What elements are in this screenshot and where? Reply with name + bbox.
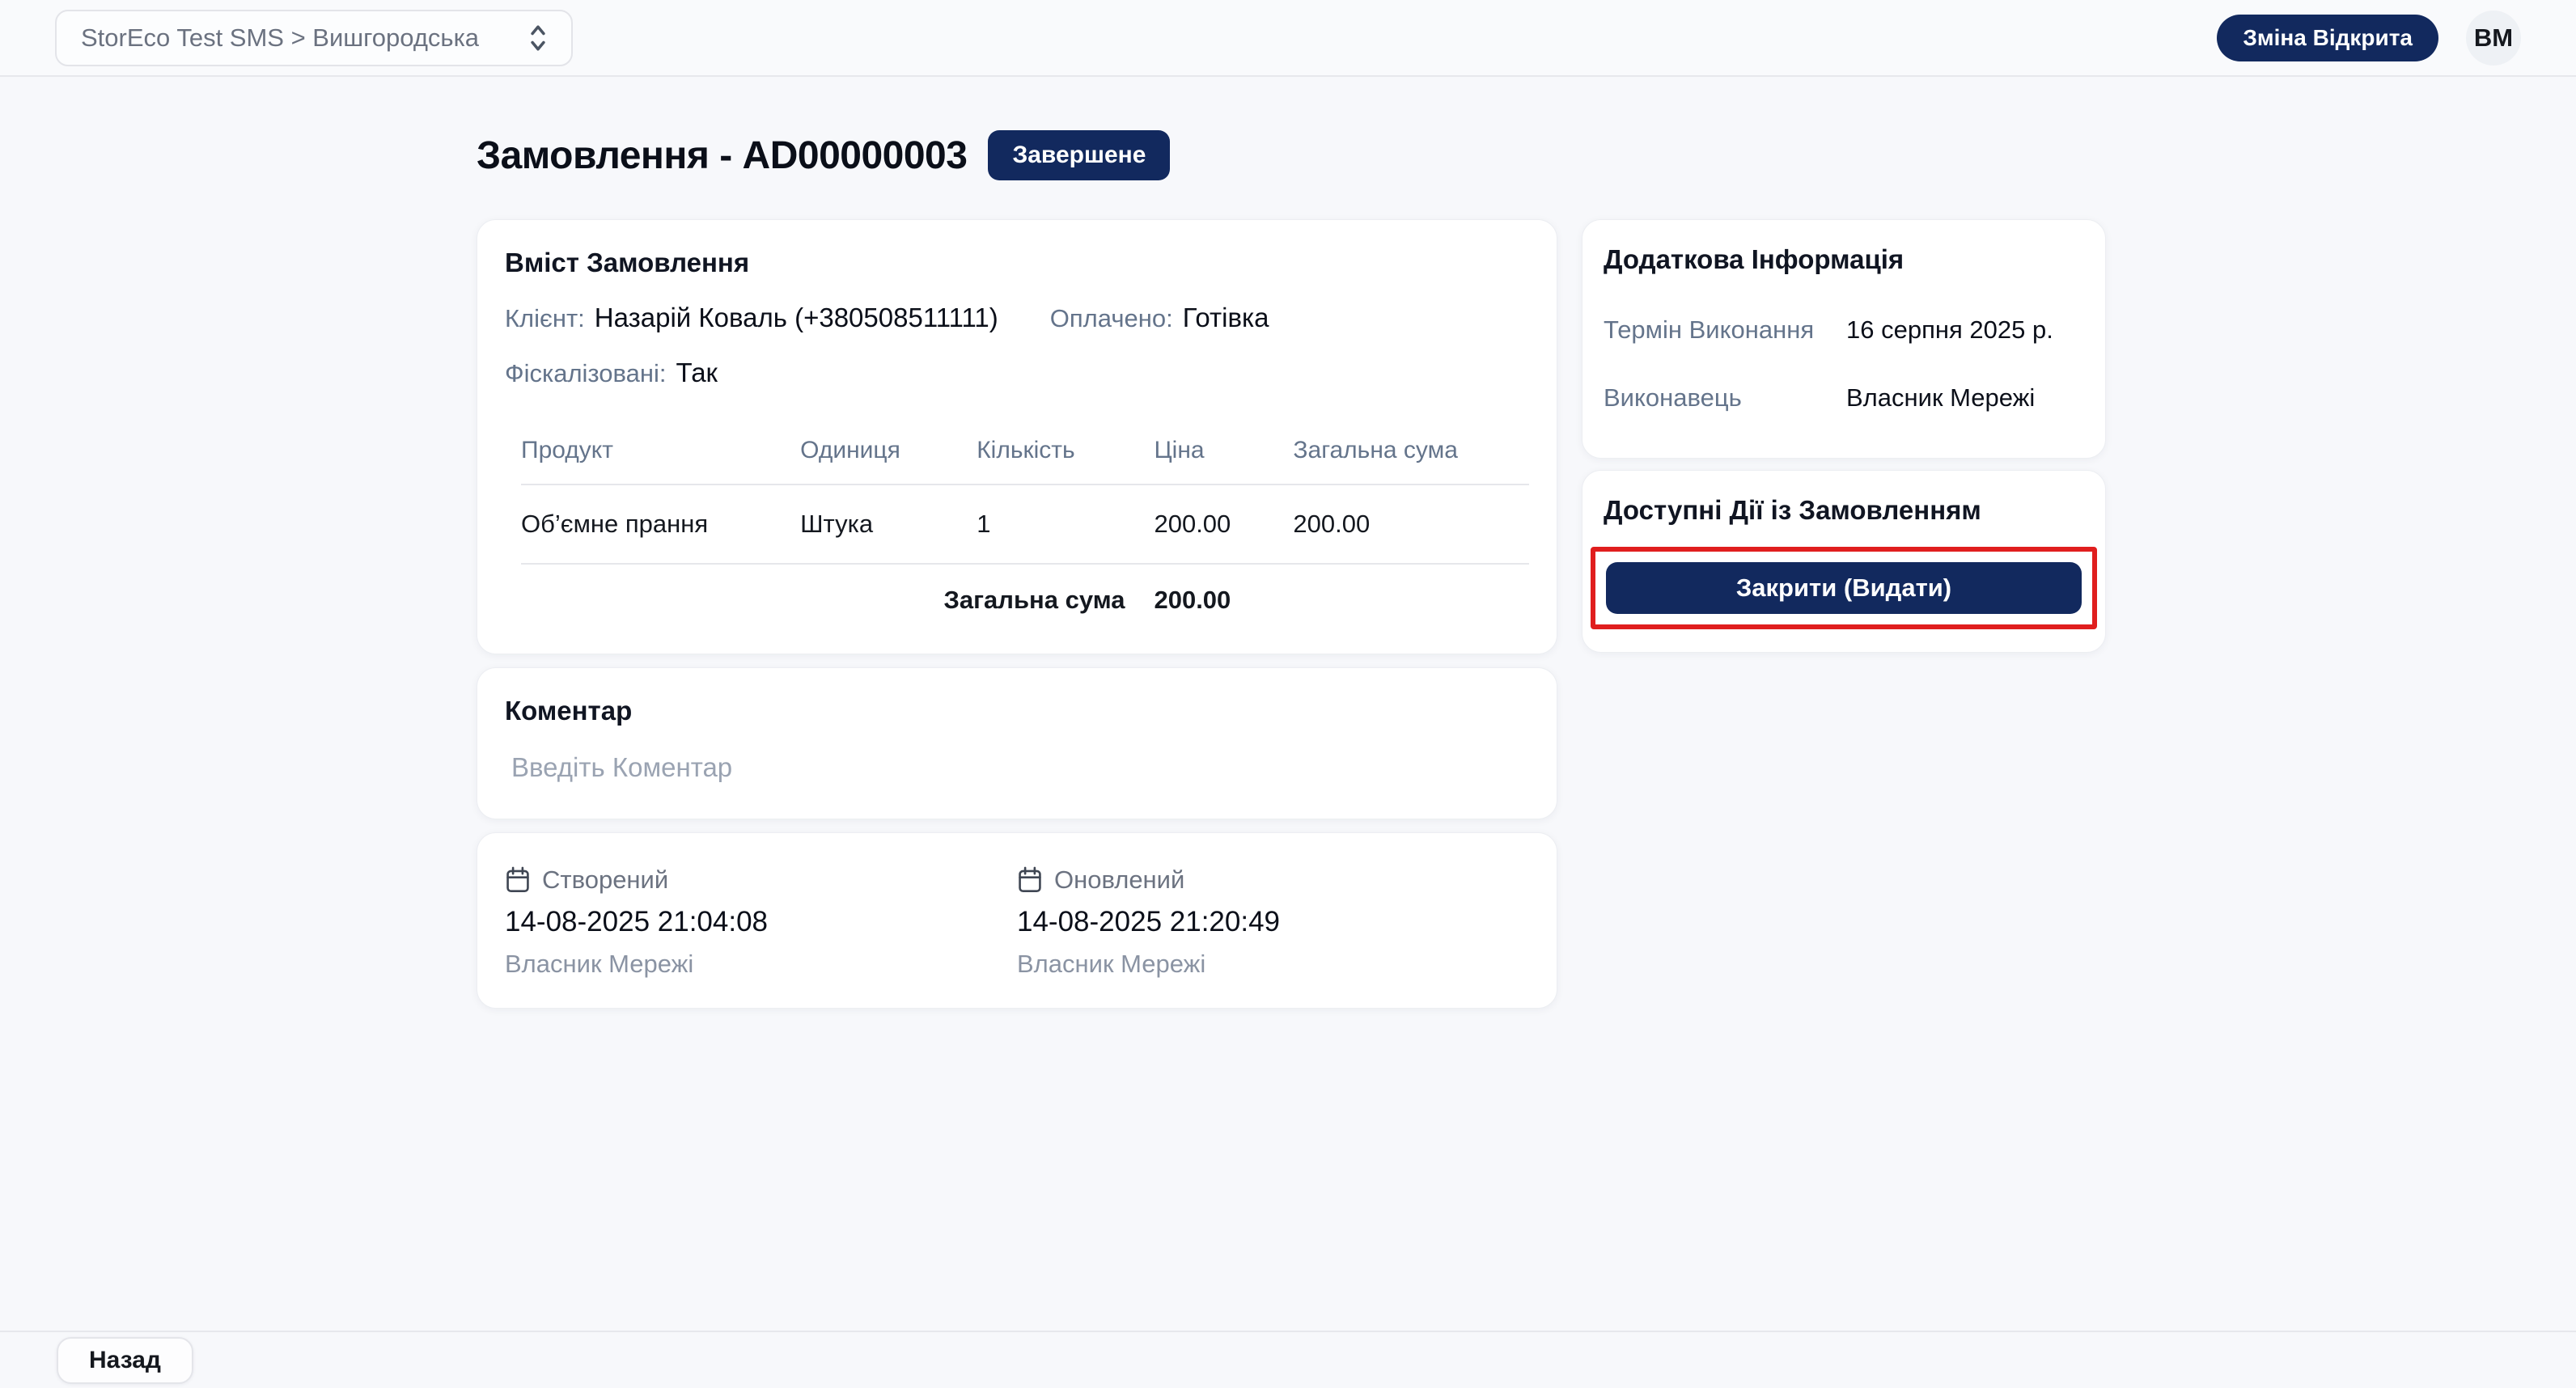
calendar-icon <box>1017 866 1043 894</box>
topbar: StorEco Test SMS > Вишгородська Зміна Ві… <box>0 0 2576 77</box>
due-date-row: Термін Виконання 16 серпня 2025 р. <box>1604 315 2084 345</box>
column-header-unit: Одиниця <box>800 421 977 485</box>
created-datetime: 14-08-2025 21:04:08 <box>505 906 768 937</box>
left-column: Вміст Замовлення Клієнт: Назарій Коваль … <box>477 219 1557 1009</box>
column-header-product: Продукт <box>521 421 801 485</box>
calendar-icon <box>505 866 531 894</box>
fiscalized-value: Так <box>676 358 718 387</box>
main-content: Замовлення - AD00000003 Завершене Вміст … <box>0 77 2168 1009</box>
comment-card: Коментар <box>477 667 1557 819</box>
page-title: Замовлення - AD00000003 <box>477 133 968 177</box>
additional-info-heading: Додаткова Інформація <box>1604 244 1904 274</box>
updated-datetime: 14-08-2025 21:20:49 <box>1017 906 1280 937</box>
right-column: Додаткова Інформація Термін Виконання 16… <box>1582 219 2106 653</box>
chevron-up-down-icon <box>524 20 552 56</box>
cell-price: 200.00 <box>1154 485 1294 565</box>
comment-input[interactable] <box>505 752 1529 791</box>
avatar[interactable]: ВМ <box>2466 10 2521 66</box>
executor-value: Власник Мережі <box>1846 383 2036 412</box>
cell-total: 200.00 <box>1293 485 1529 565</box>
fiscalized-line: Фіскалізовані: Так <box>505 358 1529 388</box>
comment-heading: Коментар <box>505 696 633 726</box>
created-block: Створений 14-08-2025 21:04:08 Власник Ме… <box>505 865 1017 979</box>
updated-by: Власник Мережі <box>1017 950 1206 978</box>
table-row: Об’ємне прання Штука 1 200.00 200.00 <box>521 485 1529 565</box>
client-label: Клієнт: <box>505 304 585 332</box>
total-value: 200.00 <box>1154 586 1231 614</box>
executor-label: Виконавець <box>1604 383 1742 412</box>
paid-label: Оплачено: <box>1049 304 1173 332</box>
store-selector-value: StorEco Test SMS > Вишгородська <box>81 23 480 52</box>
cell-unit: Штука <box>800 485 977 565</box>
created-label: Створений <box>542 865 669 894</box>
client-value: Назарій Коваль (+380508511111) <box>594 303 998 332</box>
title-row: Замовлення - AD00000003 Завершене <box>477 130 2168 180</box>
store-selector[interactable]: StorEco Test SMS > Вишгородська <box>55 9 573 66</box>
client-and-payment-line: Клієнт: Назарій Коваль (+380508511111) О… <box>505 303 1529 333</box>
executor-row: Виконавець Власник Мережі <box>1604 383 2084 413</box>
order-status-badge: Завершене <box>988 130 1171 180</box>
order-content-heading: Вміст Замовлення <box>505 248 750 277</box>
cell-product: Об’ємне прання <box>521 485 801 565</box>
column-header-quantity: Кількість <box>977 421 1155 485</box>
red-highlight-annotation: Закрити (Видати) <box>1591 547 2097 629</box>
updated-label: Оновлений <box>1054 865 1185 894</box>
paid-value: Готівка <box>1182 303 1269 332</box>
additional-info-card: Додаткова Інформація Термін Виконання 16… <box>1582 219 2106 459</box>
created-by: Власник Мережі <box>505 950 694 978</box>
due-date-value: 16 серпня 2025 р. <box>1846 315 2053 344</box>
order-content-card: Вміст Замовлення Клієнт: Назарій Коваль … <box>477 219 1557 654</box>
order-actions-card: Доступні Дії із Замовленням Закрити (Вид… <box>1582 470 2106 653</box>
due-date-label: Термін Виконання <box>1604 315 1815 344</box>
order-actions-heading: Доступні Дії із Замовленням <box>1604 495 1981 525</box>
cell-quantity: 1 <box>977 485 1155 565</box>
column-header-total: Загальна сума <box>1293 421 1529 485</box>
updated-block: Оновлений 14-08-2025 21:20:49 Власник Ме… <box>1017 865 1529 979</box>
topbar-right: Зміна Відкрита ВМ <box>2217 10 2521 66</box>
shift-status-badge[interactable]: Зміна Відкрита <box>2217 14 2438 61</box>
table-header-row: Продукт Одиниця Кількість Ціна Загальна … <box>521 421 1529 485</box>
order-items-table: Продукт Одиниця Кількість Ціна Загальна … <box>521 421 1529 621</box>
column-header-price: Ціна <box>1154 421 1294 485</box>
total-label: Загальна сума <box>943 586 1125 614</box>
footer-bar: Назад <box>0 1331 2576 1388</box>
back-button[interactable]: Назад <box>57 1336 193 1384</box>
fiscalized-label: Фіскалізовані: <box>505 359 667 387</box>
table-total-row: Загальна сума 200.00 <box>521 564 1529 621</box>
close-issue-button[interactable]: Закрити (Видати) <box>1606 562 2082 614</box>
timestamps-card: Створений 14-08-2025 21:04:08 Власник Ме… <box>477 832 1557 1009</box>
